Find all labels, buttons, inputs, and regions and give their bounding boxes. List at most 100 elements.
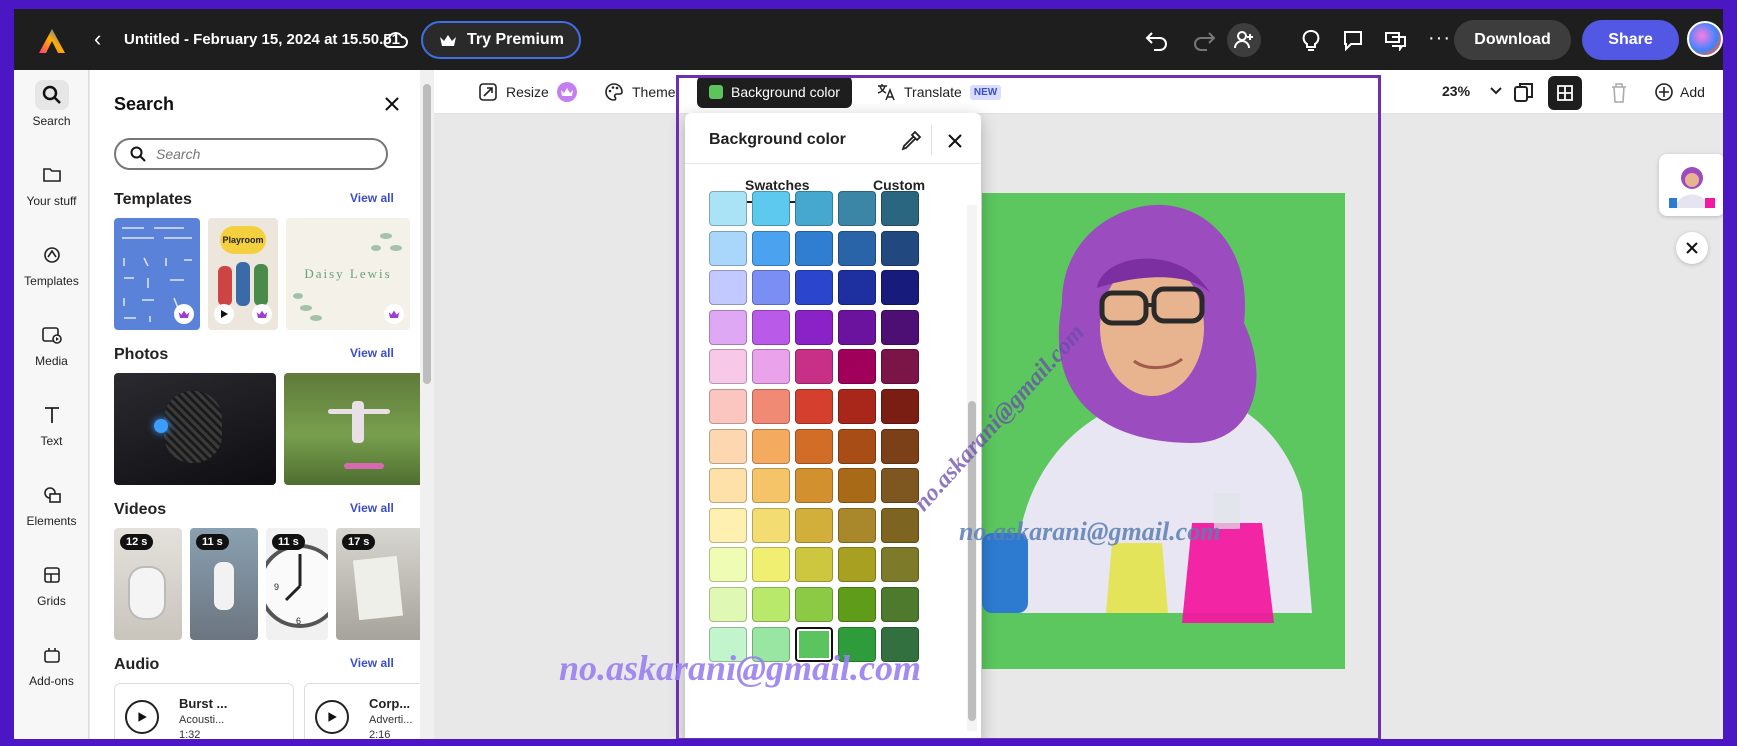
redo-icon[interactable] bbox=[1191, 27, 1217, 53]
color-swatch[interactable] bbox=[795, 270, 833, 306]
trash-icon[interactable] bbox=[1609, 82, 1629, 104]
color-swatch[interactable] bbox=[795, 626, 833, 662]
search-input[interactable] bbox=[156, 146, 356, 162]
template-thumbnail[interactable]: Playroom bbox=[208, 218, 278, 330]
color-swatch[interactable] bbox=[881, 587, 919, 622]
template-thumbnail[interactable] bbox=[114, 218, 200, 330]
color-swatch[interactable] bbox=[838, 191, 876, 226]
download-button[interactable]: Download bbox=[1454, 20, 1571, 60]
document-title[interactable]: Untitled - February 15, 2024 at 15.50.51 bbox=[124, 31, 400, 48]
lightbulb-icon[interactable] bbox=[1300, 29, 1322, 51]
color-swatch[interactable] bbox=[838, 389, 876, 424]
rail-item-add-ons[interactable]: Add-ons bbox=[14, 640, 89, 688]
color-swatch[interactable] bbox=[881, 230, 919, 266]
scrollbar-thumb[interactable] bbox=[423, 84, 431, 384]
color-swatch[interactable] bbox=[795, 507, 833, 543]
color-swatch[interactable] bbox=[795, 349, 833, 385]
scrollbar-thumb[interactable] bbox=[968, 401, 976, 721]
cloud-icon[interactable] bbox=[382, 31, 408, 49]
close-icon[interactable] bbox=[380, 92, 404, 116]
canvas-image[interactable] bbox=[982, 193, 1345, 669]
rail-item-media[interactable]: Media bbox=[14, 320, 89, 368]
color-swatch[interactable] bbox=[838, 626, 876, 662]
color-swatch[interactable] bbox=[752, 309, 790, 345]
color-swatch[interactable] bbox=[752, 587, 790, 622]
color-swatch[interactable] bbox=[881, 507, 919, 543]
add-page-button[interactable]: Add bbox=[1654, 82, 1705, 102]
color-swatch[interactable] bbox=[752, 507, 790, 543]
close-icon[interactable] bbox=[943, 129, 967, 153]
undo-icon[interactable] bbox=[1144, 27, 1170, 53]
present-icon[interactable] bbox=[1384, 29, 1408, 51]
rail-item-elements[interactable]: Elements bbox=[14, 480, 89, 528]
comment-icon[interactable] bbox=[1342, 29, 1364, 51]
color-swatch[interactable] bbox=[709, 547, 747, 583]
color-swatch[interactable] bbox=[709, 230, 747, 266]
color-swatch[interactable] bbox=[752, 468, 790, 504]
play-button[interactable] bbox=[125, 700, 159, 734]
color-swatch[interactable] bbox=[795, 587, 833, 622]
color-swatch[interactable] bbox=[881, 309, 919, 345]
color-swatch[interactable] bbox=[881, 468, 919, 504]
rail-item-search[interactable]: Search bbox=[14, 80, 89, 128]
color-swatch[interactable] bbox=[838, 428, 876, 464]
video-thumbnail[interactable]: 17 s bbox=[336, 528, 426, 640]
invite-user-button[interactable] bbox=[1227, 23, 1261, 57]
color-swatch[interactable] bbox=[709, 270, 747, 306]
search-field[interactable] bbox=[114, 138, 388, 170]
color-swatch[interactable] bbox=[709, 309, 747, 345]
color-swatch[interactable] bbox=[838, 547, 876, 583]
videos-view-all-link[interactable]: View all bbox=[350, 501, 394, 515]
color-swatch[interactable] bbox=[752, 191, 790, 226]
color-swatch[interactable] bbox=[752, 230, 790, 266]
template-thumbnail[interactable]: Daisy Lewis bbox=[286, 218, 410, 330]
panel-scrollbar[interactable] bbox=[420, 70, 434, 739]
color-swatch[interactable] bbox=[709, 587, 747, 622]
templates-view-all-link[interactable]: View all bbox=[350, 191, 394, 205]
rail-item-grids[interactable]: Grids bbox=[14, 560, 89, 608]
color-swatch[interactable] bbox=[709, 349, 747, 385]
color-swatch[interactable] bbox=[838, 468, 876, 504]
photo-thumbnail[interactable] bbox=[284, 373, 426, 485]
page-thumbnail[interactable] bbox=[1659, 154, 1723, 216]
try-premium-button[interactable]: Try Premium bbox=[421, 21, 581, 59]
background-color-button[interactable]: Background color bbox=[697, 76, 852, 108]
color-swatch[interactable] bbox=[709, 428, 747, 464]
audio-card[interactable]: Burst ... Acousti... 1:32 bbox=[114, 683, 294, 739]
color-swatch[interactable] bbox=[795, 428, 833, 464]
color-swatch[interactable] bbox=[752, 428, 790, 464]
rail-item-templates[interactable]: Templates bbox=[14, 240, 89, 288]
adobe-express-logo-icon[interactable] bbox=[38, 28, 66, 54]
color-swatch[interactable] bbox=[709, 191, 747, 226]
audio-card[interactable]: Corp... Adverti... 2:16 bbox=[304, 683, 426, 739]
color-swatch[interactable] bbox=[881, 547, 919, 583]
color-swatch[interactable] bbox=[838, 587, 876, 622]
pages-icon[interactable] bbox=[1512, 80, 1536, 104]
color-swatch[interactable] bbox=[709, 468, 747, 504]
share-button[interactable]: Share bbox=[1582, 20, 1679, 60]
swatch-scrollbar[interactable] bbox=[967, 205, 977, 731]
layout-toggle-button[interactable] bbox=[1548, 76, 1582, 110]
color-swatch[interactable] bbox=[838, 309, 876, 345]
eyedropper-icon[interactable] bbox=[899, 129, 923, 153]
close-thumbnail-button[interactable] bbox=[1676, 232, 1708, 264]
color-swatch[interactable] bbox=[838, 230, 876, 266]
color-swatch[interactable] bbox=[795, 389, 833, 424]
color-swatch[interactable] bbox=[881, 389, 919, 424]
color-swatch[interactable] bbox=[752, 547, 790, 583]
color-swatch[interactable] bbox=[838, 349, 876, 385]
color-swatch[interactable] bbox=[795, 309, 833, 345]
color-swatch[interactable] bbox=[709, 507, 747, 543]
rail-item-text[interactable]: Text bbox=[14, 400, 89, 448]
translate-button[interactable]: Translate NEW bbox=[876, 70, 1002, 114]
theme-button[interactable]: Theme bbox=[604, 70, 676, 114]
color-swatch[interactable] bbox=[881, 191, 919, 226]
color-swatch[interactable] bbox=[752, 389, 790, 424]
color-swatch[interactable] bbox=[709, 389, 747, 424]
video-thumbnail[interactable]: 9 6 11 s bbox=[266, 528, 328, 640]
color-swatch[interactable] bbox=[881, 626, 919, 662]
color-swatch[interactable] bbox=[795, 191, 833, 226]
color-swatch[interactable] bbox=[752, 270, 790, 306]
rail-item-your-stuff[interactable]: Your stuff bbox=[14, 160, 89, 208]
audio-view-all-link[interactable]: View all bbox=[350, 656, 394, 670]
